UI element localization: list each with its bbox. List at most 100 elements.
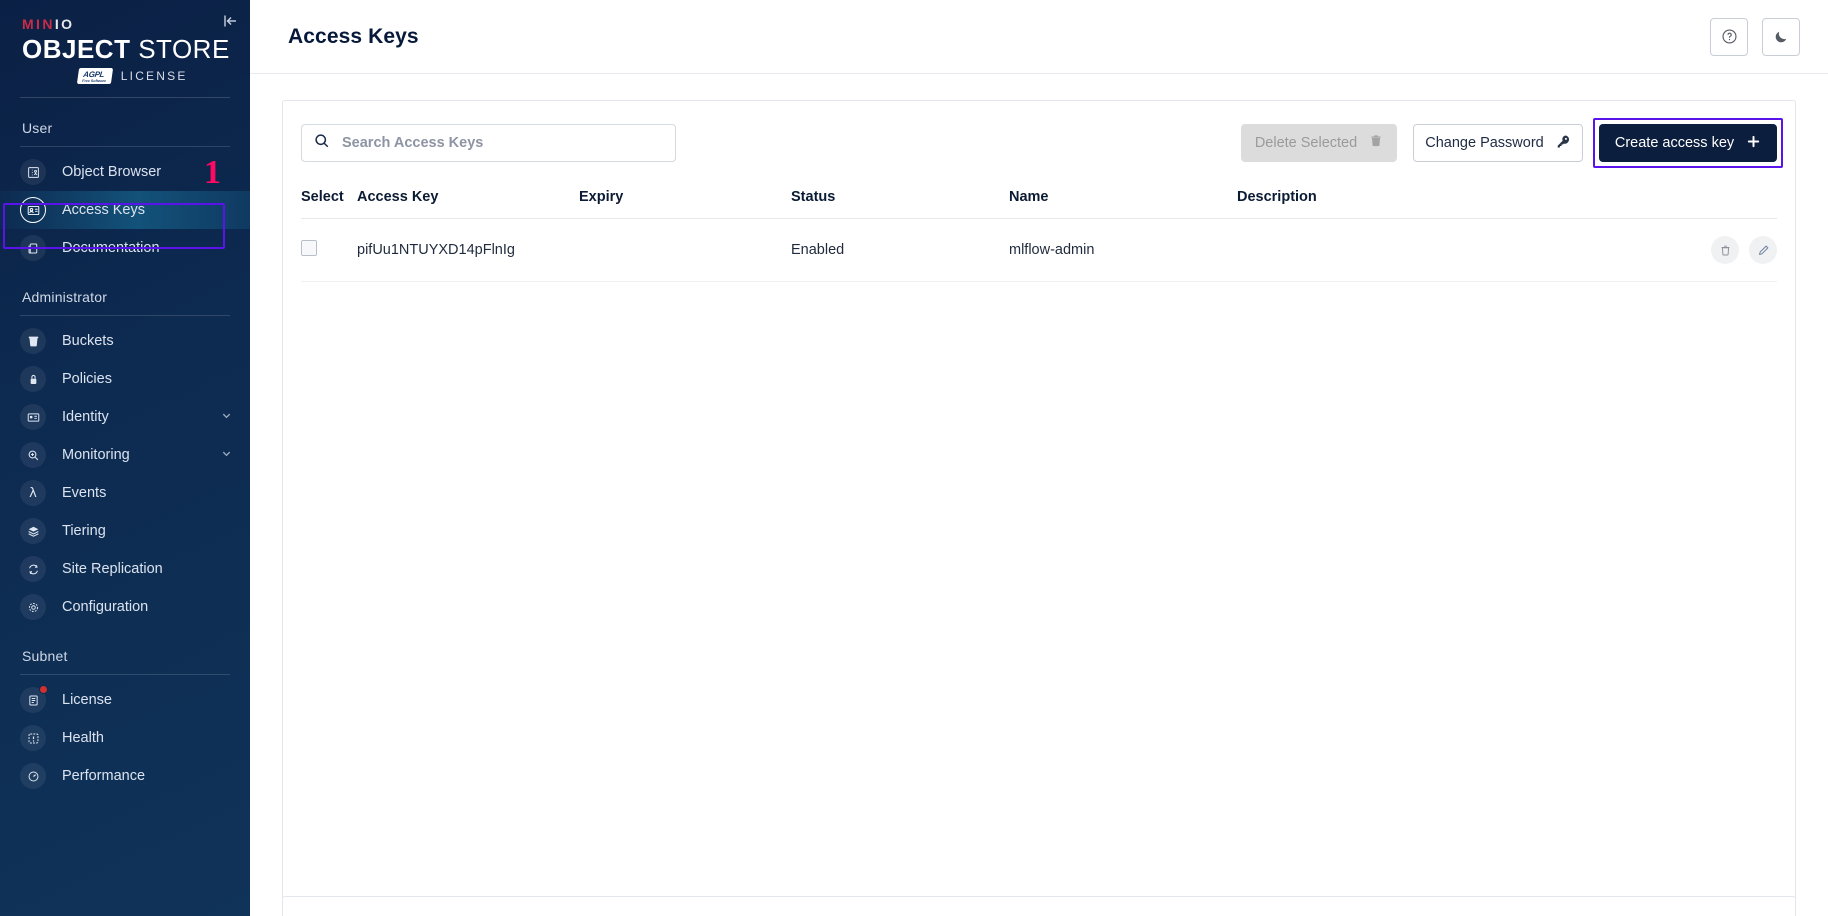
sidebar-item-monitoring[interactable]: Monitoring [0, 436, 250, 474]
main-area: Access Keys Search Access Keys Delete Se… [250, 0, 1828, 916]
sidebar-item-tiering[interactable]: Tiering [0, 512, 250, 550]
chevron-down-icon[interactable] [221, 447, 232, 463]
key-icon [1556, 134, 1571, 153]
documentation-icon [20, 235, 46, 261]
row-edit-icon[interactable] [1749, 236, 1777, 264]
delete-selected-label: Delete Selected [1254, 135, 1358, 151]
table-body: pifUu1NTUYXD14pFlnIg Enabled mlflow-admi… [301, 218, 1777, 282]
agpl-badge-text: AGPL [82, 70, 105, 79]
access-keys-toolbar: Delete Selected Change Password [301, 118, 1783, 168]
policies-lock-icon [20, 366, 46, 392]
sidebar-item-site-replication[interactable]: Site Replication [0, 550, 250, 588]
access-keys-table: Select Access Key Expiry Status Name Des… [301, 189, 1777, 282]
sidebar-item-label: Health [62, 730, 104, 746]
create-access-key-button[interactable]: Create access key [1599, 124, 1777, 162]
sidebar: MINIO OBJECT STORE AGPL Free Software LIC… [0, 0, 250, 916]
table-row[interactable]: pifUu1NTUYXD14pFlnIg Enabled mlflow-admi… [301, 218, 1777, 282]
minio-console-app: MINIO OBJECT STORE AGPL Free Software LIC… [0, 0, 1828, 916]
plus-icon [1746, 134, 1761, 153]
chevron-down-icon[interactable] [221, 409, 232, 425]
column-header-expiry: Expiry [579, 189, 791, 219]
row-delete-icon[interactable] [1711, 236, 1739, 264]
sidebar-item-configuration[interactable]: Configuration [0, 588, 250, 626]
object-text: OBJECT [22, 34, 131, 64]
column-header-description: Description [1237, 189, 1691, 219]
license-icon [20, 685, 48, 713]
row-expiry [579, 218, 791, 282]
header-actions [1710, 17, 1800, 56]
sidebar-item-policies[interactable]: Policies [0, 360, 250, 398]
sidebar-item-label: Documentation [62, 240, 160, 256]
sidebar-item-label: Events [62, 485, 107, 501]
access-keys-icon [20, 197, 46, 223]
sidebar-section-subnet-label: Subnet [22, 648, 68, 664]
row-select-cell [301, 218, 357, 282]
sidebar-item-label: Performance [62, 768, 146, 784]
sidebar-item-events[interactable]: λ Events [0, 474, 250, 512]
sidebar-item-label: Configuration [62, 599, 149, 615]
sidebar-item-performance[interactable]: Performance [0, 757, 250, 795]
health-icon [20, 725, 46, 751]
minio-min-text: MIN [22, 16, 55, 32]
tiering-layers-icon [20, 518, 46, 544]
column-header-select: Select [301, 189, 357, 219]
access-keys-panel: Delete Selected Change Password [282, 100, 1796, 912]
monitoring-icon [20, 442, 46, 468]
agpl-badge: AGPL Free Software [76, 68, 113, 84]
sidebar-item-health[interactable]: Health [0, 719, 250, 757]
secondary-panel-strip [282, 896, 1796, 916]
sidebar-logo: MINIO OBJECT STORE AGPL Free Software LIC… [0, 0, 250, 84]
column-header-access-key: Access Key [357, 189, 579, 219]
delete-selected-button[interactable]: Delete Selected [1241, 124, 1397, 162]
sidebar-item-label: Identity [62, 409, 109, 425]
agpl-badge-subtext: Free Software [82, 79, 107, 83]
page-content: Delete Selected Change Password [250, 74, 1828, 916]
column-header-name: Name [1009, 189, 1237, 219]
search-input[interactable] [342, 135, 663, 151]
sidebar-item-label: License [62, 692, 112, 708]
store-text: STORE [138, 34, 230, 64]
row-checkbox[interactable] [301, 240, 317, 256]
row-status: Enabled [791, 218, 1009, 282]
site-replication-icon [20, 556, 46, 582]
column-header-status: Status [791, 189, 1009, 219]
sidebar-section-administrator-rule [20, 315, 230, 316]
sidebar-item-identity[interactable]: Identity [0, 398, 250, 436]
sidebar-section-subnet-rule [20, 674, 230, 675]
sidebar-item-access-keys[interactable]: Access Keys [0, 191, 250, 229]
help-circle-icon[interactable] [1710, 17, 1748, 56]
performance-gauge-icon [20, 763, 46, 789]
minio-wordmark: MINIO [22, 16, 228, 32]
sidebar-item-license[interactable]: License [0, 681, 250, 719]
sidebar-item-label: Access Keys [62, 202, 145, 218]
sidebar-section-user-label: User [22, 120, 53, 136]
trash-icon [1369, 134, 1383, 152]
row-description [1237, 218, 1691, 282]
row-actions [1691, 236, 1777, 264]
license-badge-row: AGPL Free Software LICENSE [22, 68, 228, 84]
sidebar-section-administrator-label: Administrator [22, 289, 108, 305]
sidebar-item-label: Monitoring [62, 447, 130, 463]
configuration-gear-icon [20, 594, 46, 620]
row-actions-cell [1691, 218, 1777, 282]
license-label: LICENSE [120, 69, 188, 83]
sidebar-section-user-rule [20, 146, 230, 147]
create-access-key-label: Create access key [1614, 135, 1735, 151]
object-store-title: OBJECT STORE [22, 34, 230, 64]
search-access-keys-box[interactable] [301, 124, 676, 162]
table-header-row: Select Access Key Expiry Status Name Des… [301, 189, 1777, 219]
object-browser-icon [20, 159, 46, 185]
page-title: Access Keys [288, 24, 419, 48]
change-password-button[interactable]: Change Password [1413, 124, 1583, 162]
sidebar-item-label: Object Browser [62, 164, 162, 180]
dark-mode-moon-icon[interactable] [1762, 17, 1800, 56]
collapse-sidebar-icon[interactable] [218, 9, 242, 33]
sidebar-item-buckets[interactable]: Buckets [0, 322, 250, 360]
sidebar-item-documentation[interactable]: Documentation [0, 229, 250, 267]
sidebar-item-label: Policies [62, 371, 112, 387]
minio-io-text: IO [54, 16, 75, 32]
column-header-actions [1691, 189, 1777, 219]
license-notification-dot [39, 685, 48, 694]
sidebar-item-object-browser[interactable]: Object Browser [0, 153, 250, 191]
sidebar-logo-divider [20, 97, 230, 98]
